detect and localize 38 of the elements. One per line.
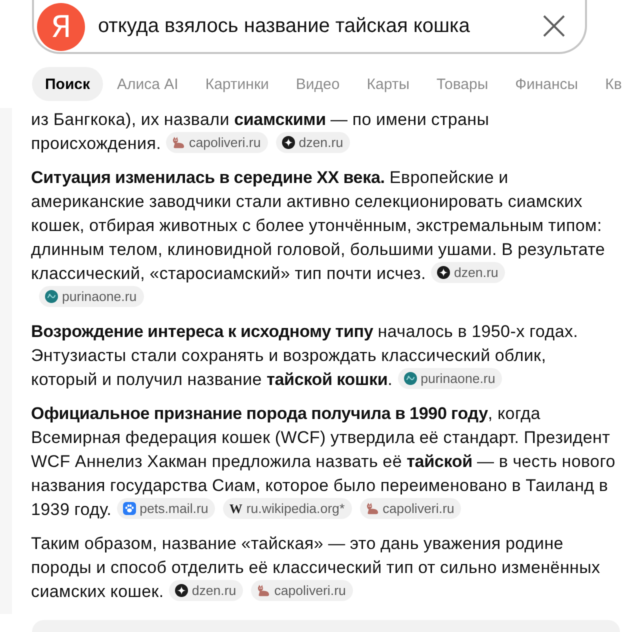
search-bar[interactable]: Я откуда взялось название тайская кошка — [32, 0, 587, 54]
paw-icon — [122, 502, 136, 515]
cat-icon — [172, 136, 186, 149]
source-link[interactable]: W ru.wikipedia.org* — [223, 498, 352, 519]
logo[interactable]: Я — [37, 3, 85, 51]
source-link[interactable]: capoliveri.ru — [166, 132, 268, 153]
nav-tab[interactable]: Поиск — [32, 67, 104, 101]
nav-tab[interactable]: Алиса AI — [104, 67, 192, 101]
nav-tab[interactable]: Кв — [592, 67, 622, 101]
emblem-icon — [404, 372, 417, 385]
answer-paragraph: Ситуация изменилась в середине XX века. Европейские и американские заводчики стали активно селекционировать сиамских кошек, отбирая животных с более утончённым, экстремальным типом: длинным телом, клиновидной головой, большими ушами. В результате классический, «старосиамский» тип почти исчез. dzen.ru purinaone.ru — [31, 166, 617, 310]
nav-tab[interactable]: Видео — [282, 67, 353, 101]
nav-tab[interactable]: Финансы — [502, 67, 592, 101]
source-link[interactable]: purinaone.ru — [39, 286, 144, 307]
sparkle-icon — [436, 266, 450, 279]
nav-tab[interactable]: Товары — [424, 67, 502, 101]
nav-tab[interactable]: Карты — [354, 67, 422, 101]
cat-icon — [257, 584, 270, 597]
answer-paragraph: Таким образом, название «тайская» — это дань уважения родине породы и способ отделить её классический тип от сильно изменённых сиамских кошек. dzen.ru capoliveri.ru — [31, 533, 602, 603]
answer-paragraph: из Бангкока), их назвали сиамскими — по имени страны происхождения. capoliveri.ru dzen.ru — [31, 109, 490, 155]
emblem-icon — [45, 290, 58, 303]
source-link[interactable]: pets.mail.ru — [116, 498, 216, 519]
nav-tab[interactable]: Картинки — [192, 67, 282, 101]
clear-button[interactable] — [542, 14, 566, 38]
source-link[interactable]: capoliveri.ru — [251, 580, 353, 601]
cat-icon — [366, 502, 379, 515]
source-link[interactable]: dzen.ru — [430, 262, 506, 283]
answer-paragraph: Возрождение интереса к исходному типу началось в 1950-х годах. Энтузиасты стали сохранять и возрождать классический облик, который и получил название тайской кошки. purinaone.ru — [31, 321, 580, 391]
source-link[interactable]: purinaone.ru — [398, 368, 502, 389]
sparkle-icon — [174, 584, 188, 597]
close-icon — [543, 15, 565, 37]
sparkle-icon — [282, 136, 295, 149]
source-link[interactable]: dzen.ru — [168, 580, 244, 601]
source-link[interactable]: dzen.ru — [276, 132, 350, 153]
search-field[interactable]: откуда взялось название тайская кошка — [98, 11, 529, 41]
answer-paragraph: Официальное признание порода получила в 1990 году, когда Всемирная федерация кошек (WCF) утвердила её стандарт. Президент WCF Аннелиз Хакман предложила назвать её тайской — в честь нового названия государства Сиам, которое было переименовано в Таиланд в 1939 году. pets.mail.ru W ru.wikipedia.org* capoliveri.ru — [31, 403, 616, 521]
letter-icon: W — [229, 502, 242, 515]
source-link[interactable]: capoliveri.ru — [360, 498, 462, 519]
